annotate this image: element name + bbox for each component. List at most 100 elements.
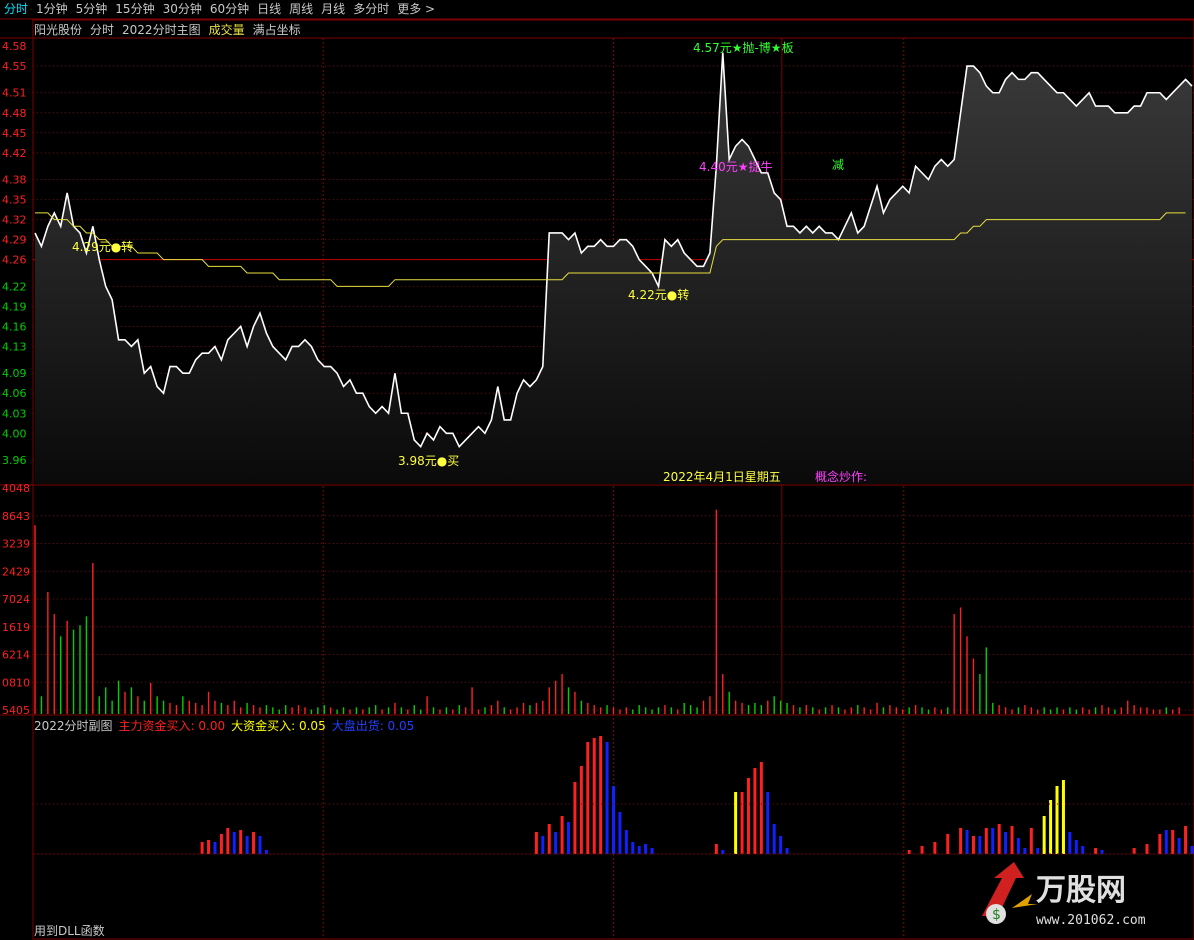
sub-bar-main-fund — [920, 846, 924, 854]
sub-bar-market-sell — [245, 836, 249, 854]
sub-bar-market-sell — [605, 742, 609, 854]
sub-bar-market-sell — [772, 824, 776, 854]
sub-bar-market-sell — [1190, 846, 1194, 854]
price-tick: 4.42 — [2, 147, 27, 160]
sub-bar-main-fund — [946, 834, 950, 854]
signal-catch-bull: 4.40元★捉牛 — [699, 159, 772, 174]
sub-bar-main-fund — [579, 766, 583, 854]
sub-bar-market-sell — [541, 836, 545, 854]
logo-url: www.201062.com — [1036, 913, 1146, 928]
sub-bar-main-fund — [200, 842, 204, 854]
sub-bar-main-fund — [592, 738, 596, 854]
logo-text: 万股网 — [1036, 873, 1126, 908]
sub-bar-big-fund — [1049, 800, 1053, 854]
intraday-chart[interactable]: 4.58 4.55 4.51 4.48 4.45 4.42 4.38 4.35 4.32 4.29… — [0, 0, 1194, 940]
sub-bar-main-fund — [547, 824, 551, 854]
sub-bar-main-fund — [586, 742, 590, 854]
sub-bar-market-sell — [1036, 848, 1040, 854]
sub-bar-main-fund — [1158, 834, 1162, 854]
signal-sell-board: 4.57元★抛-博★板 — [693, 40, 794, 55]
sub-bar-market-sell — [1164, 830, 1168, 854]
date-label: 2022年4月1日星期五 — [663, 470, 781, 484]
sub-bar-main-fund — [907, 850, 911, 854]
sub-bar-main-fund — [997, 824, 1001, 854]
sub-bar-market-sell — [213, 842, 217, 854]
sub-bar-market-sell — [766, 792, 770, 854]
sub-bar-market-sell — [1068, 832, 1072, 854]
sub-bar-market-sell — [637, 846, 641, 854]
sub-bar-market-sell — [631, 842, 635, 854]
sub-bar-main-fund — [714, 844, 718, 854]
sub-bar-big-fund — [1055, 786, 1059, 854]
sub-bar-market-sell — [721, 850, 725, 854]
price-tick: 4.38 — [2, 174, 27, 187]
sub-bar-main-fund — [971, 836, 975, 854]
price-tick: 4.35 — [2, 194, 27, 207]
sub-bar-main-fund — [959, 828, 963, 854]
sub-bar-main-fund — [599, 736, 603, 854]
price-area — [35, 52, 1192, 484]
svg-text:$: $ — [992, 907, 1001, 923]
sub-bar-market-sell — [1177, 838, 1181, 854]
volume-tick: 3239 — [2, 538, 30, 551]
sub-bar-market-sell — [618, 812, 622, 854]
sub-bar-market-sell — [567, 822, 571, 854]
sub-bar-main-fund — [746, 778, 750, 854]
big-fund-buy: 大资金买入: 0.05 — [231, 719, 326, 733]
sub-bar-market-sell — [624, 830, 628, 854]
sub-bar-market-sell — [965, 830, 969, 854]
sub-chart-legend: 2022分时副图 主力资金买入: 0.00 大资金买入: 0.05 大盘出货: … — [34, 717, 414, 734]
sub-bar-main-fund — [933, 842, 937, 854]
sub-bar-big-fund — [1042, 816, 1046, 854]
sub-bar-main-fund — [560, 816, 564, 854]
sub-bar-market-sell — [1016, 838, 1020, 854]
sub-bar-market-sell — [232, 832, 236, 854]
market-sell: 大盘出货: 0.05 — [331, 719, 415, 733]
concept-label: 概念炒作: — [815, 469, 867, 484]
price-tick: 4.45 — [2, 127, 27, 140]
price-tick: 3.96 — [2, 454, 27, 467]
price-tick: 4.58 — [2, 40, 27, 53]
price-tick: 4.13 — [2, 340, 27, 353]
sub-bar-market-sell — [612, 786, 615, 854]
sub-bar-market-sell — [1004, 832, 1008, 854]
price-tick: 4.55 — [2, 60, 27, 73]
sub-bar-main-fund — [573, 782, 577, 854]
sub-bar-main-fund — [1132, 848, 1136, 854]
volume-tick: 7024 — [2, 593, 30, 606]
price-tick: 4.29 — [2, 234, 27, 247]
price-tick: 4.32 — [2, 214, 27, 227]
sub-bar-market-sell — [644, 844, 648, 854]
volume-tick: 2429 — [2, 565, 30, 578]
sub-bar-big-fund — [734, 792, 738, 854]
price-tick: 4.26 — [2, 254, 27, 267]
sub-bar-main-fund — [759, 762, 763, 854]
volume-tick: 8643 — [2, 510, 30, 523]
sub-bar-market-sell — [785, 848, 789, 854]
sub-bar-market-sell — [1023, 848, 1027, 854]
sub-bar-main-fund — [252, 832, 256, 854]
sub-bar-main-fund — [1029, 828, 1033, 854]
footer-note: 用到DLL函数 — [34, 924, 105, 938]
sub-bar-market-sell — [554, 832, 558, 854]
sub-bar-main-fund — [1010, 826, 1014, 854]
volume-tick: 1619 — [2, 621, 30, 634]
signal-turn-1: 4.29元●转 — [72, 239, 133, 254]
sub-bar-main-fund — [753, 768, 757, 854]
signal-turn-2: 4.22元●转 — [628, 287, 689, 302]
volume-tick: 5405 — [2, 704, 30, 717]
price-tick: 4.51 — [2, 87, 27, 100]
sub-bar-main-fund — [219, 834, 223, 854]
signal-reduce: 减 — [832, 158, 844, 172]
sub-bar-market-sell — [1074, 840, 1078, 854]
wangu-logo: $ 万股网 www.201062.com — [982, 862, 1146, 928]
sub-bar-market-sell — [650, 848, 654, 854]
price-tick: 4.03 — [2, 407, 27, 420]
sub-bar-main-fund — [226, 828, 230, 854]
volume-tick: 0810 — [2, 676, 30, 689]
sub-bar-market-sell — [264, 850, 268, 854]
price-tick: 4.09 — [2, 367, 27, 380]
sub-bar-main-fund — [1184, 826, 1188, 854]
sub-bar-main-fund — [984, 828, 988, 854]
signal-buy: 3.98元●买 — [398, 454, 459, 468]
